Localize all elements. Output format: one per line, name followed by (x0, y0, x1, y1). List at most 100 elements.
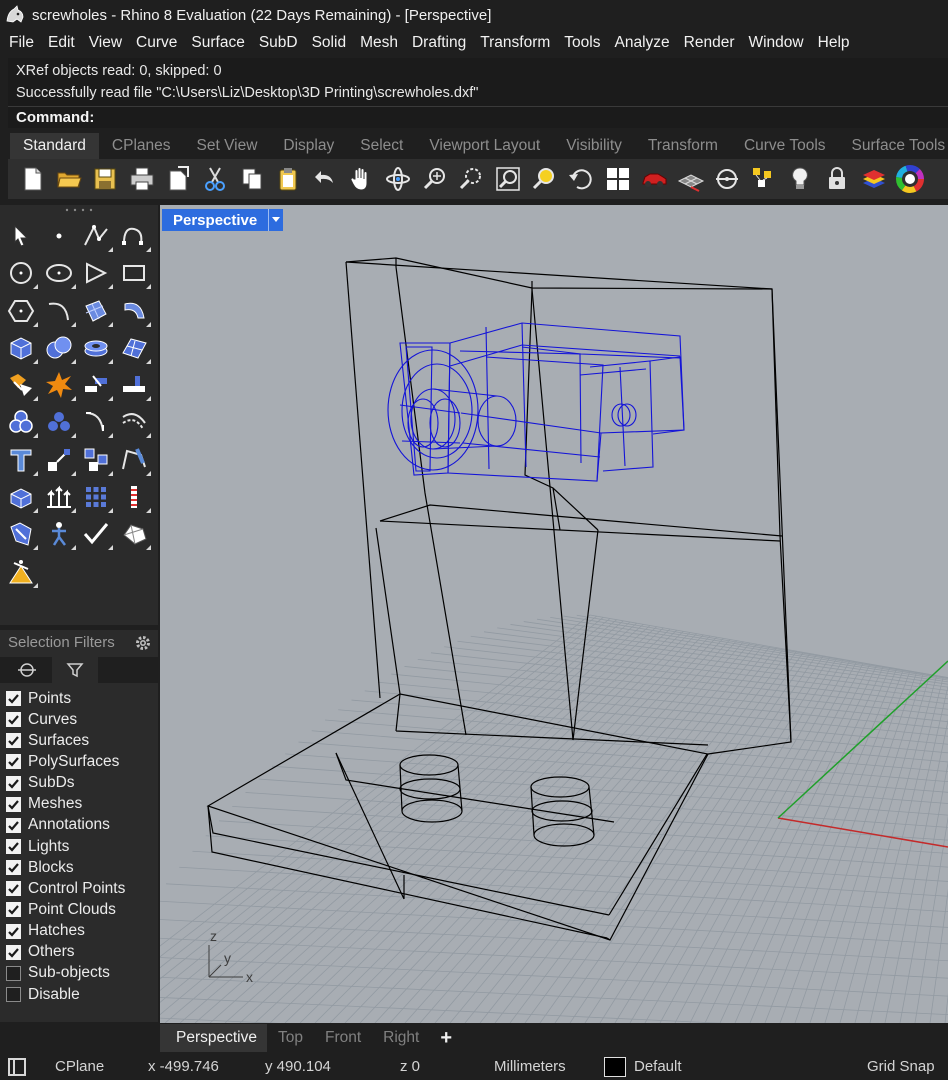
filter-checkbox[interactable] (6, 817, 21, 833)
edit-points-tool-button[interactable] (117, 443, 151, 477)
text-tool-button[interactable] (4, 443, 38, 477)
viewport-title-tab[interactable]: Perspective (162, 209, 283, 231)
check-tool-button[interactable] (79, 517, 113, 551)
tab-select[interactable]: Select (347, 133, 416, 159)
filter-item[interactable]: Points (6, 688, 125, 709)
filter-item[interactable]: PolySurfaces (6, 751, 125, 772)
undo-button[interactable] (309, 163, 341, 195)
viewport-menu-button[interactable] (268, 209, 283, 231)
boolean-tool-button[interactable] (4, 368, 38, 402)
zoom-extents-button[interactable] (492, 163, 524, 195)
zoom-window-button[interactable] (455, 163, 487, 195)
new-document-button[interactable] (16, 163, 48, 195)
tab-viewport-layout[interactable]: Viewport Layout (416, 133, 553, 159)
tab-top[interactable]: Top (267, 1024, 314, 1052)
tab-set-view[interactable]: Set View (184, 133, 271, 159)
lock-button[interactable] (821, 163, 853, 195)
filter-checkbox[interactable] (6, 965, 21, 981)
color-button[interactable] (894, 163, 926, 195)
trim-tool-button[interactable] (117, 368, 151, 402)
explode-tool-button[interactable] (42, 368, 76, 402)
cplane-button[interactable] (711, 163, 743, 195)
filter-item[interactable]: Blocks (6, 857, 125, 878)
menu-surface[interactable]: Surface (184, 34, 251, 52)
tab-front[interactable]: Front (314, 1024, 372, 1052)
properties-button[interactable] (748, 163, 780, 195)
solid-tools-button[interactable] (4, 405, 38, 439)
filter-item[interactable]: Others (6, 942, 125, 963)
filter-checkbox[interactable] (6, 733, 21, 749)
panel-toggle-icon[interactable] (8, 1058, 26, 1076)
grip-icon[interactable] (64, 207, 94, 213)
zoom-selected-button[interactable] (528, 163, 560, 195)
sphere-tool-button[interactable] (42, 331, 76, 365)
menu-drafting[interactable]: Drafting (405, 34, 473, 52)
menu-help[interactable]: Help (811, 34, 857, 52)
tab-transform[interactable]: Transform (635, 133, 731, 159)
tab-visibility[interactable]: Visibility (553, 133, 635, 159)
menu-edit[interactable]: Edit (41, 34, 82, 52)
filter-item[interactable]: Sub-objects (6, 963, 125, 984)
filter-item[interactable]: Control Points (6, 878, 125, 899)
menu-file[interactable]: File (2, 34, 41, 52)
filter-checkbox[interactable] (6, 881, 21, 897)
print-button[interactable] (126, 163, 158, 195)
copy-button[interactable] (236, 163, 268, 195)
viewport-name[interactable]: Perspective (162, 212, 268, 229)
filter-checkbox[interactable] (6, 860, 21, 876)
filter-item[interactable]: SubDs (6, 773, 125, 794)
filter-checkbox[interactable] (6, 923, 21, 939)
save-button[interactable] (89, 163, 121, 195)
dimension-tool-button[interactable] (117, 480, 151, 514)
model-scene[interactable]: z y x (160, 205, 948, 1023)
filter-checkbox[interactable] (6, 691, 21, 707)
analyze-tool-button[interactable] (4, 517, 38, 551)
filter-item[interactable]: Disable (6, 984, 125, 1005)
mesh-tools-button[interactable] (117, 517, 151, 551)
tab-surface-tools[interactable]: Surface Tools (839, 133, 948, 159)
arc-tool-button[interactable] (42, 294, 76, 328)
menu-view[interactable]: View (82, 34, 129, 52)
zoom-button[interactable] (419, 163, 451, 195)
menu-tools[interactable]: Tools (557, 34, 607, 52)
cylinder-tool-button[interactable] (79, 331, 113, 365)
menu-window[interactable]: Window (741, 34, 810, 52)
tab-cplanes[interactable]: CPlanes (99, 133, 184, 159)
menu-curve[interactable]: Curve (129, 34, 184, 52)
add-viewport-tab-button[interactable]: + (430, 1024, 462, 1052)
tab-osnap[interactable] (4, 657, 50, 683)
perspective-viewport[interactable]: z y x (160, 205, 948, 1023)
menu-solid[interactable]: Solid (305, 34, 353, 52)
layer-status[interactable]: Default (634, 1058, 682, 1075)
render-tool-button[interactable] (4, 555, 38, 589)
offset-tool-button[interactable] (117, 405, 151, 439)
polyline-tool-button[interactable] (79, 219, 113, 253)
human-figure-tool-button[interactable] (42, 517, 76, 551)
filter-item[interactable]: Hatches (6, 921, 125, 942)
ellipse-tool-button[interactable] (42, 256, 76, 290)
menu-mesh[interactable]: Mesh (353, 34, 405, 52)
command-history[interactable]: XRef objects read: 0, skipped: 0 Success… (8, 58, 948, 106)
hexagon-tool-button[interactable] (4, 294, 38, 328)
filter-checkbox[interactable] (6, 712, 21, 728)
rotate-view-button[interactable] (382, 163, 414, 195)
move-tool-button[interactable] (42, 480, 76, 514)
select-tool-button[interactable] (4, 219, 38, 253)
filter-checkbox[interactable] (6, 902, 21, 918)
lights-button[interactable] (784, 163, 816, 195)
mesh-tool-button[interactable] (117, 331, 151, 365)
render-button[interactable] (638, 163, 670, 195)
tab-perspective[interactable]: Perspective (160, 1024, 267, 1052)
filter-item[interactable]: Point Clouds (6, 899, 125, 920)
tab-right[interactable]: Right (372, 1024, 430, 1052)
filter-item[interactable]: Meshes (6, 794, 125, 815)
undo-view-button[interactable] (565, 163, 597, 195)
open-button[interactable] (53, 163, 85, 195)
menu-transform[interactable]: Transform (473, 34, 557, 52)
array-tool-button[interactable] (79, 443, 113, 477)
point-tool-button[interactable] (42, 219, 76, 253)
revolve-tool-button[interactable] (117, 294, 151, 328)
filter-item[interactable]: Annotations (6, 815, 125, 836)
filter-checkbox[interactable] (6, 944, 21, 960)
curve-tool-button[interactable] (117, 219, 151, 253)
